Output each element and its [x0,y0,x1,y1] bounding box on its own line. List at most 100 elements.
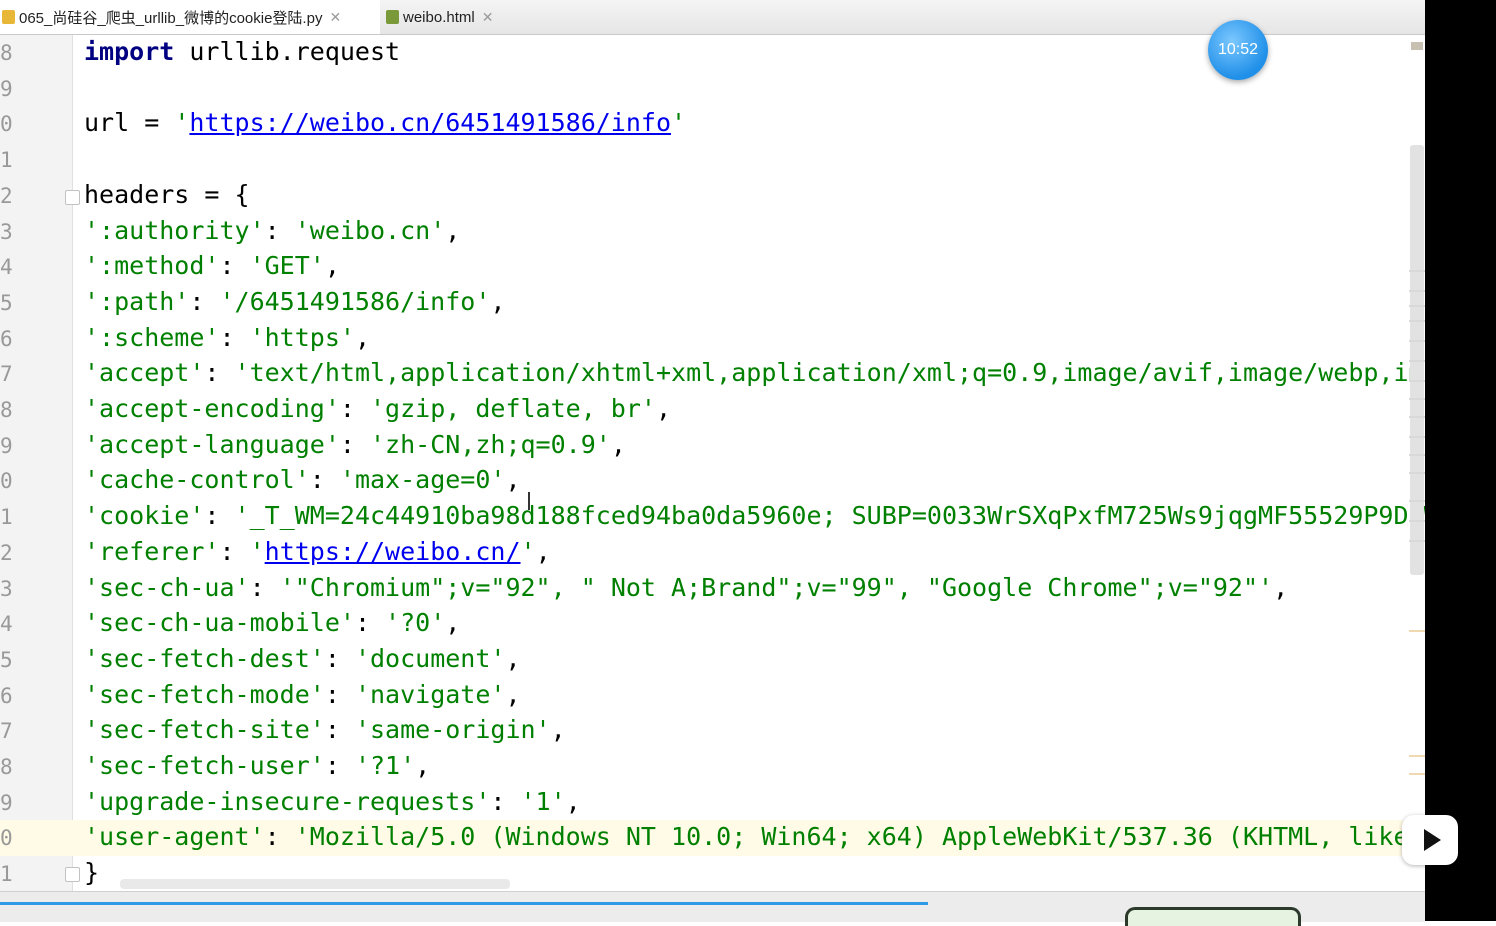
code-token: : [189,286,220,316]
code-token: , [445,608,461,638]
code-line[interactable]: 8 'sec-fetch-user': '?1', [0,749,1425,785]
clock-badge: 10:52 [1208,20,1268,80]
line-number: 5 [0,290,13,315]
code-token: , [1273,572,1289,602]
play-button[interactable] [1402,815,1458,865]
code-token: , [445,215,461,245]
code-token: 'document' [354,643,506,673]
code-token: : [264,215,295,245]
code-token: , [655,394,672,423]
close-icon[interactable]: ✕ [329,9,341,26]
code-token: ':scheme' [84,322,220,352]
python-file-icon [2,10,15,24]
code-line[interactable]: 3 'sec-ch-ua': '"Chromium";v="92", " Not … [0,571,1425,607]
code-text: 'user-agent': 'Mozilla/5.0 (Windows NT 1… [84,822,1425,851]
code-link[interactable]: https://weibo.cn/ [265,537,521,566]
code-line[interactable]: 8 'accept-encoding': 'gzip, deflate, br', [0,392,1425,428]
code-token: : [219,251,250,281]
scroll-marker [1409,500,1425,502]
scroll-marker [1409,520,1425,522]
code-token: '1' [520,786,566,816]
code-text: 'accept-language': 'zh-CN,zh;q=0.9', [84,430,626,459]
code-text: 'cookie': '_T_WM=24c44910ba98d188fced94b… [84,501,1425,530]
code-text: headers = { [84,180,250,209]
code-token: ' [249,536,265,566]
code-token: , [490,286,506,316]
code-token: : [324,643,355,673]
scroll-marker [1411,42,1423,50]
code-line[interactable]: 4 ':method': 'GET', [0,249,1425,285]
code-line[interactable]: 9 'upgrade-insecure-requests': '1', [0,785,1425,821]
code-token: : [309,465,340,495]
code-token: 'referer' [84,536,220,566]
code-token: '?0' [385,608,446,638]
code-text: 'referer': 'https://weibo.cn/', [84,537,551,566]
code-token: , [550,715,566,745]
html-file-icon [386,10,399,24]
line-number: 1 [0,505,13,530]
code-token: 'weibo.cn' [294,215,446,245]
scroll-marker [1409,360,1425,362]
tab-python-file[interactable]: 065_尚硅谷_爬虫_urllib_微博的cookie登陆.py ✕ [0,0,380,34]
scroll-marker [1409,773,1425,775]
code-line[interactable]: 0 url = 'https://weibo.cn/6451491586/info… [0,106,1425,142]
line-number: 3 [0,576,13,601]
code-line[interactable]: 1 [0,142,1425,178]
code-token: , [505,679,521,709]
code-token: url = [84,108,175,138]
code-line[interactable]: 2 'referer': 'https://weibo.cn/', [0,535,1425,571]
code-token: , [505,643,521,673]
code-text: ':authority': 'weibo.cn', [84,216,460,245]
code-line[interactable]: 4 'sec-ch-ua-mobile': '?0', [0,606,1425,642]
code-text: 'sec-fetch-mode': 'navigate', [84,680,521,709]
code-text: 'sec-fetch-user': '?1', [84,751,430,780]
code-token: : [339,429,370,459]
line-number: 9 [0,76,13,101]
code-line[interactable]: 9 [0,71,1425,107]
code-token: 'Mozilla/5.0 (Windows NT 10.0; Win64; x6… [294,822,1425,852]
code-token: 'sec-fetch-mode' [84,679,325,709]
code-token: 'sec-ch-ua' [84,572,250,602]
bottom-widget [1125,907,1301,926]
code-line[interactable]: 0 'user-agent': 'Mozilla/5.0 (Windows NT … [0,820,1425,856]
tab-weibo-html[interactable]: weibo.html ✕ [386,0,526,34]
code-token: import [84,37,175,66]
line-number: 3 [0,219,13,244]
code-token: : [324,679,355,709]
close-icon[interactable]: ✕ [482,9,494,26]
code-line[interactable]: 7 'accept': 'text/html,application/xhtml+… [0,356,1425,392]
text-cursor-icon [528,492,530,510]
video-progress-bar[interactable] [0,902,928,905]
scroll-marker [1409,305,1425,307]
code-token: 'navigate' [354,679,506,709]
code-line[interactable]: 5 'sec-fetch-dest': 'document', [0,642,1425,678]
fold-toggle-icon[interactable] [65,190,80,205]
fold-toggle-icon[interactable] [65,867,80,882]
code-line[interactable]: 9 'accept-language': 'zh-CN,zh;q=0.9', [0,428,1425,464]
code-editor[interactable]: 8 import urllib.request 9 0 url = 'https://w… [0,35,1425,891]
code-token: ':authority' [84,215,265,245]
scroll-marker [1409,290,1425,292]
code-token: , [505,465,521,495]
scroll-marker [1409,472,1425,474]
line-number: 2 [0,540,13,565]
code-line[interactable]: 3 ':authority': 'weibo.cn', [0,214,1425,250]
code-token: '"Chromium";v="92", " Not A;Brand";v="99… [279,572,1274,602]
code-token: '?1' [354,751,416,780]
horizontal-scrollbar[interactable] [120,879,510,889]
scroll-marker [1409,436,1425,438]
code-token: 'upgrade-insecure-requests' [84,786,491,816]
code-line[interactable]: 1 'cookie': '_T_WM=24c44910ba98d188fced94… [0,499,1425,535]
code-link[interactable]: https://weibo.cn/6451491586/info [189,108,671,137]
code-token: 'text/html,application/xhtml+xml,applica… [234,358,1425,388]
tab-label: weibo.html [403,8,475,26]
code-text: ':method': 'GET', [84,251,340,280]
scroll-marker [1409,380,1425,382]
code-line[interactable]: 0 'cache-control': 'max-age=0', [0,463,1425,499]
code-line[interactable]: 2 headers = { [0,178,1425,214]
code-line[interactable]: 5 ':path': '/6451491586/info', [0,285,1425,321]
code-text: } [84,858,99,887]
code-line[interactable]: 6 ':scheme': 'https', [0,321,1425,357]
code-line[interactable]: 6 'sec-fetch-mode': 'navigate', [0,678,1425,714]
code-line[interactable]: 7 'sec-fetch-site': 'same-origin', [0,713,1425,749]
